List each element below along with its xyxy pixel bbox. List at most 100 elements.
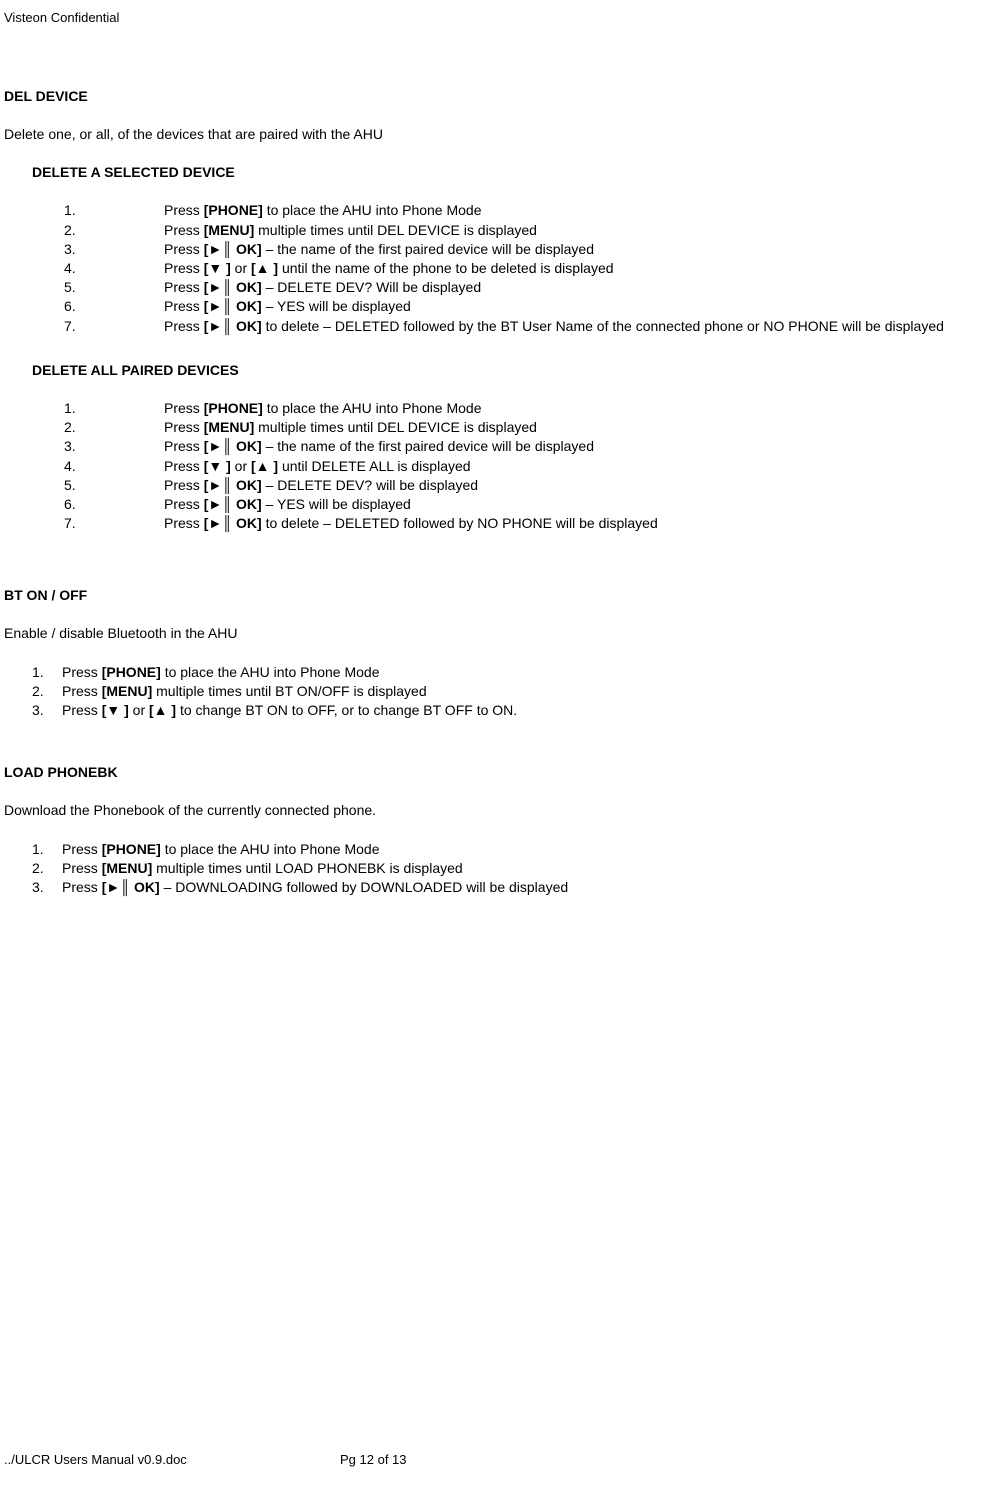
subsection-title: DELETE ALL PAIRED DEVICES	[32, 361, 1007, 379]
step-list: 1.Press [PHONE] to place the AHU into Ph…	[4, 840, 1007, 897]
step-list: 1.Press [PHONE] to place the AHU into Ph…	[32, 399, 1007, 532]
step-text: Press [►║ OK] – the name of the first pa…	[164, 437, 1007, 455]
step-bold: [PHONE]	[102, 841, 161, 857]
step-text-part: – the name of the first paired device wi…	[262, 438, 594, 454]
step-bold: [MENU]	[102, 683, 153, 699]
step-item: 4.Press [▼ ] or [▲ ] until the name of t…	[64, 259, 1007, 277]
step-item: 1.Press [PHONE] to place the AHU into Ph…	[32, 840, 1007, 858]
step-number: 5.	[64, 278, 164, 296]
step-item: 2.Press [MENU] multiple times until DEL …	[64, 221, 1007, 239]
step-bold: [PHONE]	[204, 400, 263, 416]
subsection-title: DELETE A SELECTED DEVICE	[32, 163, 1007, 181]
step-item: 6.Press [►║ OK] – YES will be displayed	[64, 495, 1007, 513]
step-bold: [►║ OK]	[102, 879, 160, 895]
step-text-part: Press	[164, 222, 204, 238]
step-number: 1.	[64, 201, 164, 219]
step-text-part: to place the AHU into Phone Mode	[263, 202, 482, 218]
section-del-device: DEL DEVICE Delete one, or all, of the de…	[4, 87, 1007, 532]
step-text-part: to place the AHU into Phone Mode	[161, 664, 380, 680]
step-text-part: multiple times until LOAD PHONEBK is dis…	[152, 860, 462, 876]
step-text: Press [PHONE] to place the AHU into Phon…	[164, 399, 1007, 417]
step-text-part: – DOWNLOADING followed by DOWNLOADED wil…	[160, 879, 568, 895]
step-text-part: or	[129, 702, 149, 718]
step-text: Press [PHONE] to place the AHU into Phon…	[62, 840, 1007, 858]
step-number: 6.	[64, 495, 164, 513]
step-bold: [MENU]	[204, 222, 255, 238]
step-text: Press [PHONE] to place the AHU into Phon…	[62, 663, 1007, 681]
subsection-delete-all: DELETE ALL PAIRED DEVICES 1.Press [PHONE…	[4, 361, 1007, 533]
step-text: Press [►║ OK] – DELETE DEV? will be disp…	[164, 476, 1007, 494]
step-text-part: Press	[62, 841, 102, 857]
step-text: Press [▼ ] or [▲ ] until the name of the…	[164, 259, 1007, 277]
confidential-header: Visteon Confidential	[4, 10, 1007, 27]
page-footer: ../ULCR Users Manual v0.9.doc Pg 12 of 1…	[4, 1452, 704, 1469]
step-text: Press [►║ OK] – the name of the first pa…	[164, 240, 1007, 258]
step-bold: [MENU]	[102, 860, 153, 876]
step-item: 3.Press [▼ ] or [▲ ] to change BT ON to …	[32, 701, 1007, 719]
step-text-part: Press	[62, 683, 102, 699]
step-bold: [►║ OK]	[204, 279, 262, 295]
section-intro: Delete one, or all, of the devices that …	[4, 125, 1007, 143]
step-text-part: – YES will be displayed	[262, 496, 411, 512]
step-text-part: multiple times until DEL DEVICE is displ…	[254, 419, 537, 435]
step-text: Press [►║ OK] – DELETE DEV? Will be disp…	[164, 278, 1007, 296]
step-text: Press [►║ OK] to delete – DELETED follow…	[164, 317, 1007, 335]
step-list: 1.Press [PHONE] to place the AHU into Ph…	[4, 663, 1007, 720]
step-number: 2.	[32, 682, 62, 700]
footer-page-number: Pg 12 of 13	[340, 1452, 407, 1469]
step-bold: [MENU]	[204, 419, 255, 435]
section-title: DEL DEVICE	[4, 87, 1007, 105]
step-bold: [►║ OK]	[204, 515, 262, 531]
step-text-part: – YES will be displayed	[262, 298, 411, 314]
step-text-part: Press	[62, 879, 102, 895]
step-text-part: Press	[164, 318, 204, 334]
step-text: Press [MENU] multiple times until BT ON/…	[62, 682, 1007, 700]
step-number: 2.	[32, 859, 62, 877]
subsection-delete-selected: DELETE A SELECTED DEVICE 1.Press [PHONE]…	[4, 163, 1007, 335]
step-bold: [▼ ]	[102, 702, 129, 718]
step-bold: [▲ ]	[149, 702, 176, 718]
step-text-part: – the name of the first paired device wi…	[262, 241, 594, 257]
step-text-part: Press	[62, 664, 102, 680]
step-bold: [▼ ]	[204, 458, 231, 474]
step-text-part: or	[231, 458, 251, 474]
step-text-part: to place the AHU into Phone Mode	[263, 400, 482, 416]
step-text-part: until DELETE ALL is displayed	[278, 458, 470, 474]
step-item: 3.Press [►║ OK] – DOWNLOADING followed b…	[32, 878, 1007, 896]
step-number: 4.	[64, 457, 164, 475]
step-item: 7.Press [►║ OK] to delete – DELETED foll…	[64, 317, 1007, 335]
section-title: BT ON / OFF	[4, 586, 1007, 604]
step-text-part: until the name of the phone to be delete…	[278, 260, 613, 276]
step-text: Press [▼ ] or [▲ ] to change BT ON to OF…	[62, 701, 1007, 719]
step-text-part: Press	[164, 202, 204, 218]
step-bold: [PHONE]	[102, 664, 161, 680]
step-text-part: Press	[164, 419, 204, 435]
step-text: Press [►║ OK] to delete – DELETED follow…	[164, 514, 1007, 532]
step-text-part: to change BT ON to OFF, or to change BT …	[176, 702, 517, 718]
step-number: 1.	[32, 663, 62, 681]
step-item: 3.Press [►║ OK] – the name of the first …	[64, 437, 1007, 455]
step-text-part: Press	[164, 496, 204, 512]
section-title: LOAD PHONEBK	[4, 763, 1007, 781]
step-bold: [▲ ]	[251, 260, 278, 276]
step-text: Press [PHONE] to place the AHU into Phon…	[164, 201, 1007, 219]
step-bold: [►║ OK]	[204, 438, 262, 454]
step-text-part: Press	[164, 260, 204, 276]
step-number: 4.	[64, 259, 164, 277]
step-item: 1.Press [PHONE] to place the AHU into Ph…	[32, 663, 1007, 681]
step-item: 5.Press [►║ OK] – DELETE DEV? Will be di…	[64, 278, 1007, 296]
step-bold: [►║ OK]	[204, 318, 262, 334]
section-load-phonebk: LOAD PHONEBK Download the Phonebook of t…	[4, 763, 1007, 896]
step-text-part: Press	[164, 458, 204, 474]
step-text-part: to delete – DELETED followed by the BT U…	[262, 318, 944, 334]
step-text: Press [MENU] multiple times until DEL DE…	[164, 221, 1007, 239]
section-intro: Enable / disable Bluetooth in the AHU	[4, 624, 1007, 642]
step-item: 7.Press [►║ OK] to delete – DELETED foll…	[64, 514, 1007, 532]
step-number: 2.	[64, 221, 164, 239]
step-bold: [PHONE]	[204, 202, 263, 218]
step-text-part: – DELETE DEV? Will be displayed	[262, 279, 481, 295]
step-item: 4.Press [▼ ] or [▲ ] until DELETE ALL is…	[64, 457, 1007, 475]
step-number: 5.	[64, 476, 164, 494]
step-text: Press [MENU] multiple times until DEL DE…	[164, 418, 1007, 436]
step-bold: [▲ ]	[251, 458, 278, 474]
